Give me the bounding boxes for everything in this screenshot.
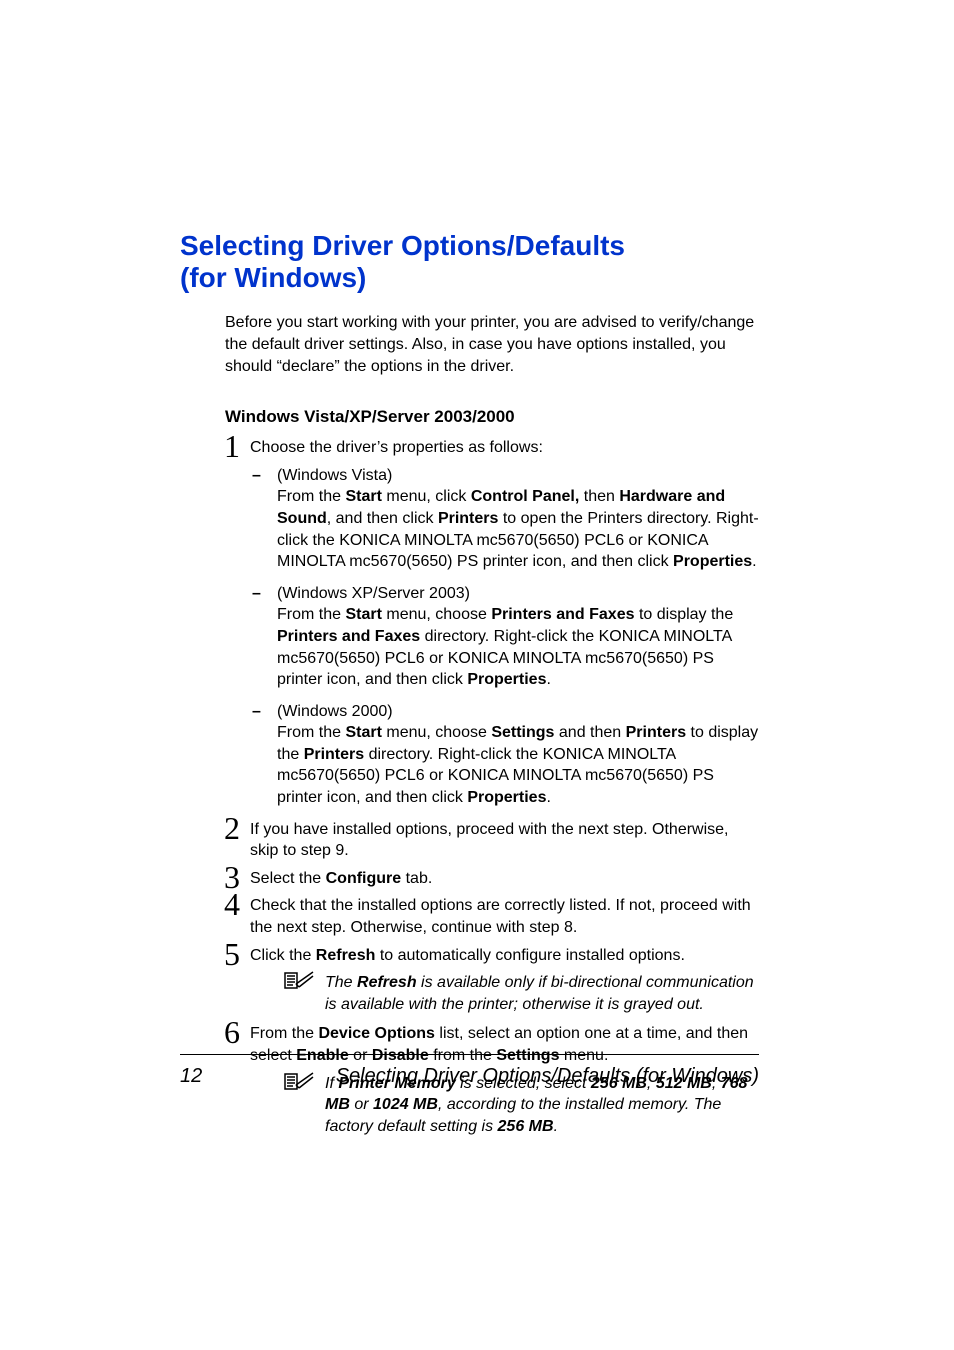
t: to display the [635, 606, 734, 623]
step-number: 1 [200, 425, 240, 468]
heading-line-1: Selecting Driver Options/Defaults [180, 230, 625, 261]
t: Control Panel, [471, 488, 579, 505]
t: . [554, 1118, 558, 1135]
step-number: 6 [200, 1011, 240, 1054]
page-footer: 12 Selecting Driver Options/Defaults (fo… [180, 1054, 759, 1088]
sub-label: (Windows 2000) [277, 703, 393, 720]
t: The [325, 974, 357, 991]
t: . [546, 671, 550, 688]
t: Refresh [357, 974, 417, 991]
t: menu, choose [382, 606, 491, 623]
t: Start [345, 724, 381, 741]
t: menu, click [382, 488, 471, 505]
t: , and then click [327, 510, 438, 527]
t: 256 MB [498, 1118, 554, 1135]
sub-label: (Windows XP/Server 2003) [277, 585, 470, 602]
t: Printers [626, 724, 686, 741]
bullet-dash: – [252, 465, 261, 487]
t: . [752, 553, 756, 570]
t: Start [345, 606, 381, 623]
sub-item-vista: – (Windows Vista) From the Start menu, c… [252, 465, 759, 573]
t: Click the [250, 947, 316, 964]
t: Configure [326, 870, 402, 887]
bullet-dash: – [252, 583, 261, 605]
t: Printers and Faxes [491, 606, 634, 623]
step-2: 2 If you have installed options, proceed… [225, 819, 759, 862]
sub-item-2000: – (Windows 2000) From the Start menu, ch… [252, 701, 759, 809]
step-number: 5 [200, 933, 240, 976]
t: Refresh [316, 947, 376, 964]
t: tab. [401, 870, 432, 887]
t: Printers and Faxes [277, 628, 420, 645]
t: Properties [467, 671, 546, 688]
t: From the [250, 1025, 318, 1042]
page-heading: Selecting Driver Options/Defaults (for W… [180, 230, 759, 294]
t: . [546, 789, 550, 806]
t: Printers [438, 510, 498, 527]
step-5: 5 Click the Refresh to automatically con… [225, 945, 759, 967]
t: Select the [250, 870, 326, 887]
step-1: 1 Choose the driver’s properties as foll… [225, 437, 759, 459]
section-subheading: Windows Vista/XP/Server 2003/2000 [225, 407, 759, 427]
t: to automatically configure installed opt… [375, 947, 685, 964]
t: menu, choose [382, 724, 491, 741]
document-page: Selecting Driver Options/Defaults (for W… [0, 0, 954, 1350]
t: and then [554, 724, 625, 741]
sub-label: (Windows Vista) [277, 467, 392, 484]
bullet-dash: – [252, 701, 261, 723]
step-text: If you have installed options, proceed w… [250, 821, 729, 860]
t: Properties [467, 789, 546, 806]
page-number: 12 [180, 1065, 202, 1088]
t: then [579, 488, 619, 505]
footer-rule [180, 1054, 759, 1055]
t: Start [345, 488, 381, 505]
step-number: 4 [200, 883, 240, 926]
heading-line-2: (for Windows) [180, 262, 366, 293]
footer-title: Selecting Driver Options/Defaults (for W… [336, 1065, 759, 1088]
t: Settings [491, 724, 554, 741]
step-3: 3 Select the Configure tab. [225, 868, 759, 890]
step-1-sublist: – (Windows Vista) From the Start menu, c… [252, 465, 759, 809]
t: or [350, 1096, 373, 1113]
t: Device Options [318, 1025, 434, 1042]
sub-item-xp: – (Windows XP/Server 2003) From the Star… [252, 583, 759, 691]
t: Printers [304, 746, 364, 763]
t: From the [277, 606, 345, 623]
footer-row: 12 Selecting Driver Options/Defaults (fo… [180, 1065, 759, 1088]
t: 1024 MB [373, 1096, 438, 1113]
step-text: Choose the driver’s properties as follow… [250, 439, 543, 456]
intro-paragraph: Before you start working with your print… [225, 312, 759, 377]
note-refresh: The Refresh is available only if bi-dire… [283, 972, 759, 1015]
step-number: 2 [200, 807, 240, 850]
t: Properties [673, 553, 752, 570]
t: From the [277, 724, 345, 741]
step-text: Check that the installed options are cor… [250, 897, 751, 936]
note-icon [283, 970, 315, 992]
t: From the [277, 488, 345, 505]
step-4: 4 Check that the installed options are c… [225, 895, 759, 938]
